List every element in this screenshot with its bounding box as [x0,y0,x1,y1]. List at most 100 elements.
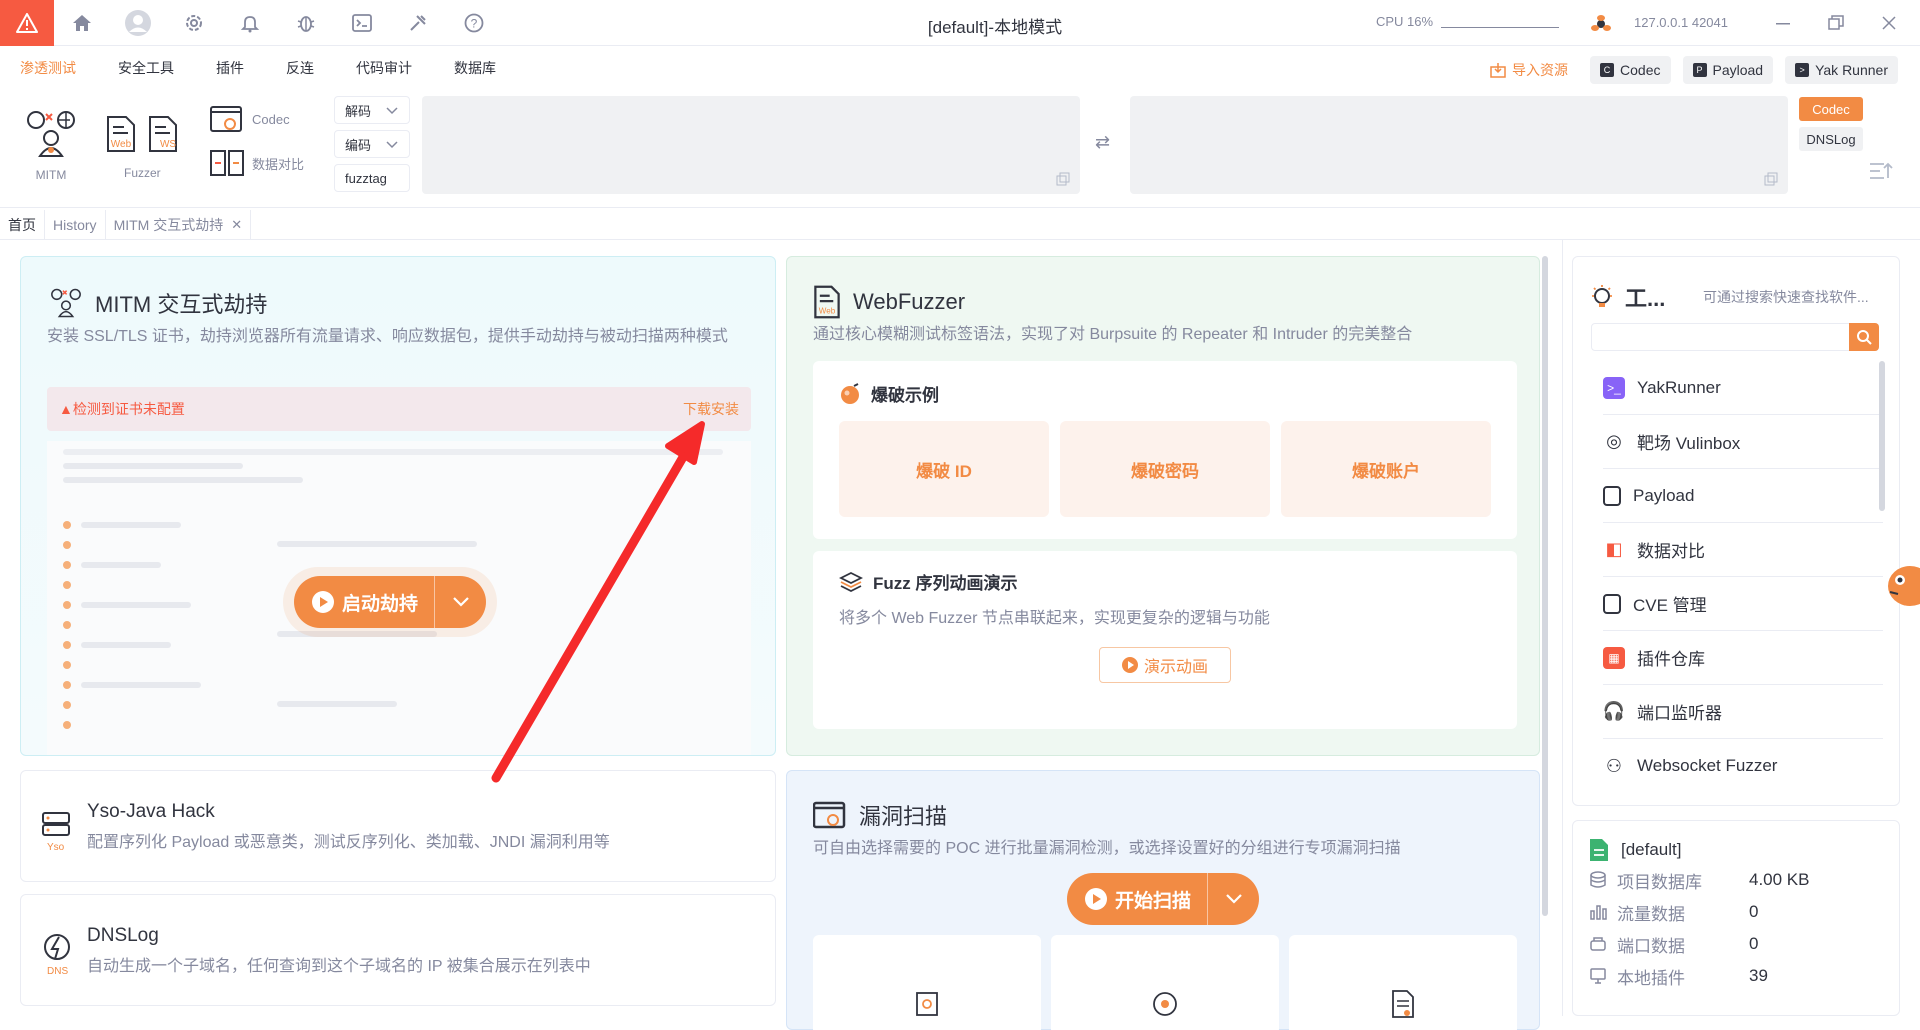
target-icon: ◎ [1606,431,1622,451]
preview-line [277,541,477,547]
chevron-down-icon [452,597,469,607]
cpu-label: CPU 16% [1376,14,1434,29]
menu-pentest[interactable]: 渗透测试 [20,58,76,78]
settings-icon[interactable] [166,0,222,46]
start-scan-dropdown[interactable] [1207,873,1259,925]
preview-dot [63,581,71,589]
yso-desc: 配置序列化 Payload 或恶意类，测试反序列化、类加载、JNDI 漏洞利用等 [87,834,610,851]
tab-mitm[interactable]: MITM 交互式劫持 ✕ [106,209,252,240]
mitm-tool[interactable]: MITM [24,108,78,182]
menu-reverse[interactable]: 反连 [286,58,314,78]
codec-input-area[interactable] [422,96,1080,194]
scan-option-card[interactable] [1289,935,1517,1030]
download-install-link[interactable]: 下载安装 [683,399,739,419]
import-icon [1490,63,1506,78]
start-hijack-dropdown[interactable] [434,576,486,628]
start-scan-main[interactable]: 开始扫描 [1067,873,1207,925]
engine-status-icon[interactable] [1589,12,1613,41]
sidebar-item-websocket-fuzzer[interactable]: ⚇ Websocket Fuzzer [1603,739,1883,793]
home-icon[interactable] [54,0,110,46]
yakrunner-quick-button[interactable]: > Yak Runner [1785,56,1898,84]
codec-tool[interactable]: Codec [210,104,290,134]
main-scrollbar[interactable] [1542,256,1548,916]
sidebar-scrollbar[interactable] [1879,361,1885,511]
fuzz-sequence-desc: 将多个 Web Fuzzer 节点串联起来，实现更复杂的逻辑与功能 [839,610,1270,627]
encode-select[interactable]: 编码 [334,130,410,158]
ws-fuzzer-icon[interactable]: WS [148,115,178,152]
scan-option-card[interactable] [1051,935,1279,1030]
menu-plugins[interactable]: 插件 [216,58,244,78]
help-icon[interactable]: ? [446,0,502,46]
copy-icon[interactable] [1764,172,1778,186]
codec-quick-button[interactable]: C Codec [1590,56,1671,84]
title-bar: ? [default]-本地模式 CPU 16% 127.0.0.1 42041 [0,0,1920,46]
close-tab-icon[interactable]: ✕ [231,217,242,233]
decode-select[interactable]: 解码 [334,96,410,124]
minimize-icon[interactable] [1772,12,1794,34]
start-hijack-button[interactable]: 启动劫持 [293,576,486,628]
menu-security-tools[interactable]: 安全工具 [118,58,174,78]
sidebar-item-payload[interactable]: Payload [1603,469,1883,523]
terminal-icon: >_ [1603,376,1625,399]
yso-java-hack-card[interactable]: Yso Yso-Java Hack 配置序列化 Payload 或恶意类，测试反… [20,770,776,882]
dnslog-tab[interactable]: DNSLog [1799,127,1863,151]
ws-tag: WS [159,139,177,150]
scan-option-card[interactable] [813,935,1041,1030]
data-compare-tool[interactable]: 数据对比 [210,148,304,178]
payload-quick-button[interactable]: P Payload [1682,56,1774,84]
burst-account-button[interactable]: 爆破账户 [1281,421,1491,517]
quick-tools: 导入资源 C Codec P Payload > Yak Runner [1480,56,1898,84]
play-icon [311,591,334,613]
vuln-desc: 可自由选择需要的 POC 进行批量漏洞检测，或选择设置好的分组进行专项漏洞扫描 [813,840,1401,857]
sidebar-item-plugin-store[interactable]: ▦ 插件仓库 [1603,631,1883,685]
sidebar-item-port-listener[interactable]: 🎧 端口监听器 [1603,685,1883,739]
dnslog-card[interactable]: DNS DNSLog 自动生成一个子域名，任何查询到这个子域名的 IP 被集合展… [20,894,776,1006]
play-icon [1085,888,1107,910]
menu-code-audit[interactable]: 代码审计 [356,58,412,78]
project-db-label: 项目数据库 [1617,872,1702,892]
web-fuzzer-icon[interactable]: Web [106,115,136,152]
restore-icon[interactable] [1825,12,1847,34]
preview-dot [63,721,71,729]
sidebar-item-data-compare[interactable]: ◧ 数据对比 [1603,523,1883,577]
demo-animation-label: 演示动画 [1143,659,1208,676]
start-hijack-main[interactable]: 启动劫持 [294,576,434,628]
fuzztag-label: fuzztag [345,170,387,186]
close-icon[interactable] [1878,12,1900,34]
project-port-label: 端口数据 [1617,936,1685,956]
tab-history[interactable]: History [45,209,106,240]
bar-chart-icon [1590,905,1607,920]
start-scan-button[interactable]: 开始扫描 [1067,873,1260,925]
avatar-icon[interactable] [110,0,166,46]
mitm-icon [51,288,81,318]
tab-home[interactable]: 首页 [0,209,45,240]
bug-icon[interactable] [278,0,334,46]
svg-text:?: ? [471,16,478,30]
fuzztag-button[interactable]: fuzztag [334,164,410,192]
swap-icon[interactable]: ⇄ [1095,132,1110,153]
collapse-icon[interactable] [1868,160,1894,182]
preview-dot [63,661,71,669]
import-resources-button[interactable]: 导入资源 [1480,56,1578,84]
bell-icon[interactable] [222,0,278,46]
sidebar-item-yakrunner[interactable]: >_ YakRunner [1603,361,1883,415]
sidebar-item-vulinbox[interactable]: ◎ 靶场 Vulinbox [1603,415,1883,469]
menu-database[interactable]: 数据库 [454,58,496,78]
copy-icon[interactable] [1056,172,1070,186]
tools-icon[interactable] [390,0,446,46]
codec-output-area[interactable] [1130,96,1788,194]
payload-quick-label: Payload [1712,62,1764,78]
burst-id-button[interactable]: 爆破 ID [839,421,1049,517]
demo-animation-button[interactable]: 演示动画 [1099,647,1231,683]
codec-tab[interactable]: Codec [1799,97,1863,121]
sidebar-item-cve[interactable]: CVE 管理 [1603,577,1883,631]
cert-warning: ▲检测到证书未配置 下载安装 [47,387,751,431]
burst-password-button[interactable]: 爆破密码 [1060,421,1270,517]
database-icon [1590,871,1606,888]
tool-search-input[interactable] [1591,323,1879,351]
tab-home-label: 首页 [8,216,36,233]
search-button[interactable] [1849,323,1879,351]
mascot-icon[interactable] [1882,558,1920,614]
terminal-icon[interactable] [334,0,390,46]
app-logo[interactable] [0,0,54,46]
